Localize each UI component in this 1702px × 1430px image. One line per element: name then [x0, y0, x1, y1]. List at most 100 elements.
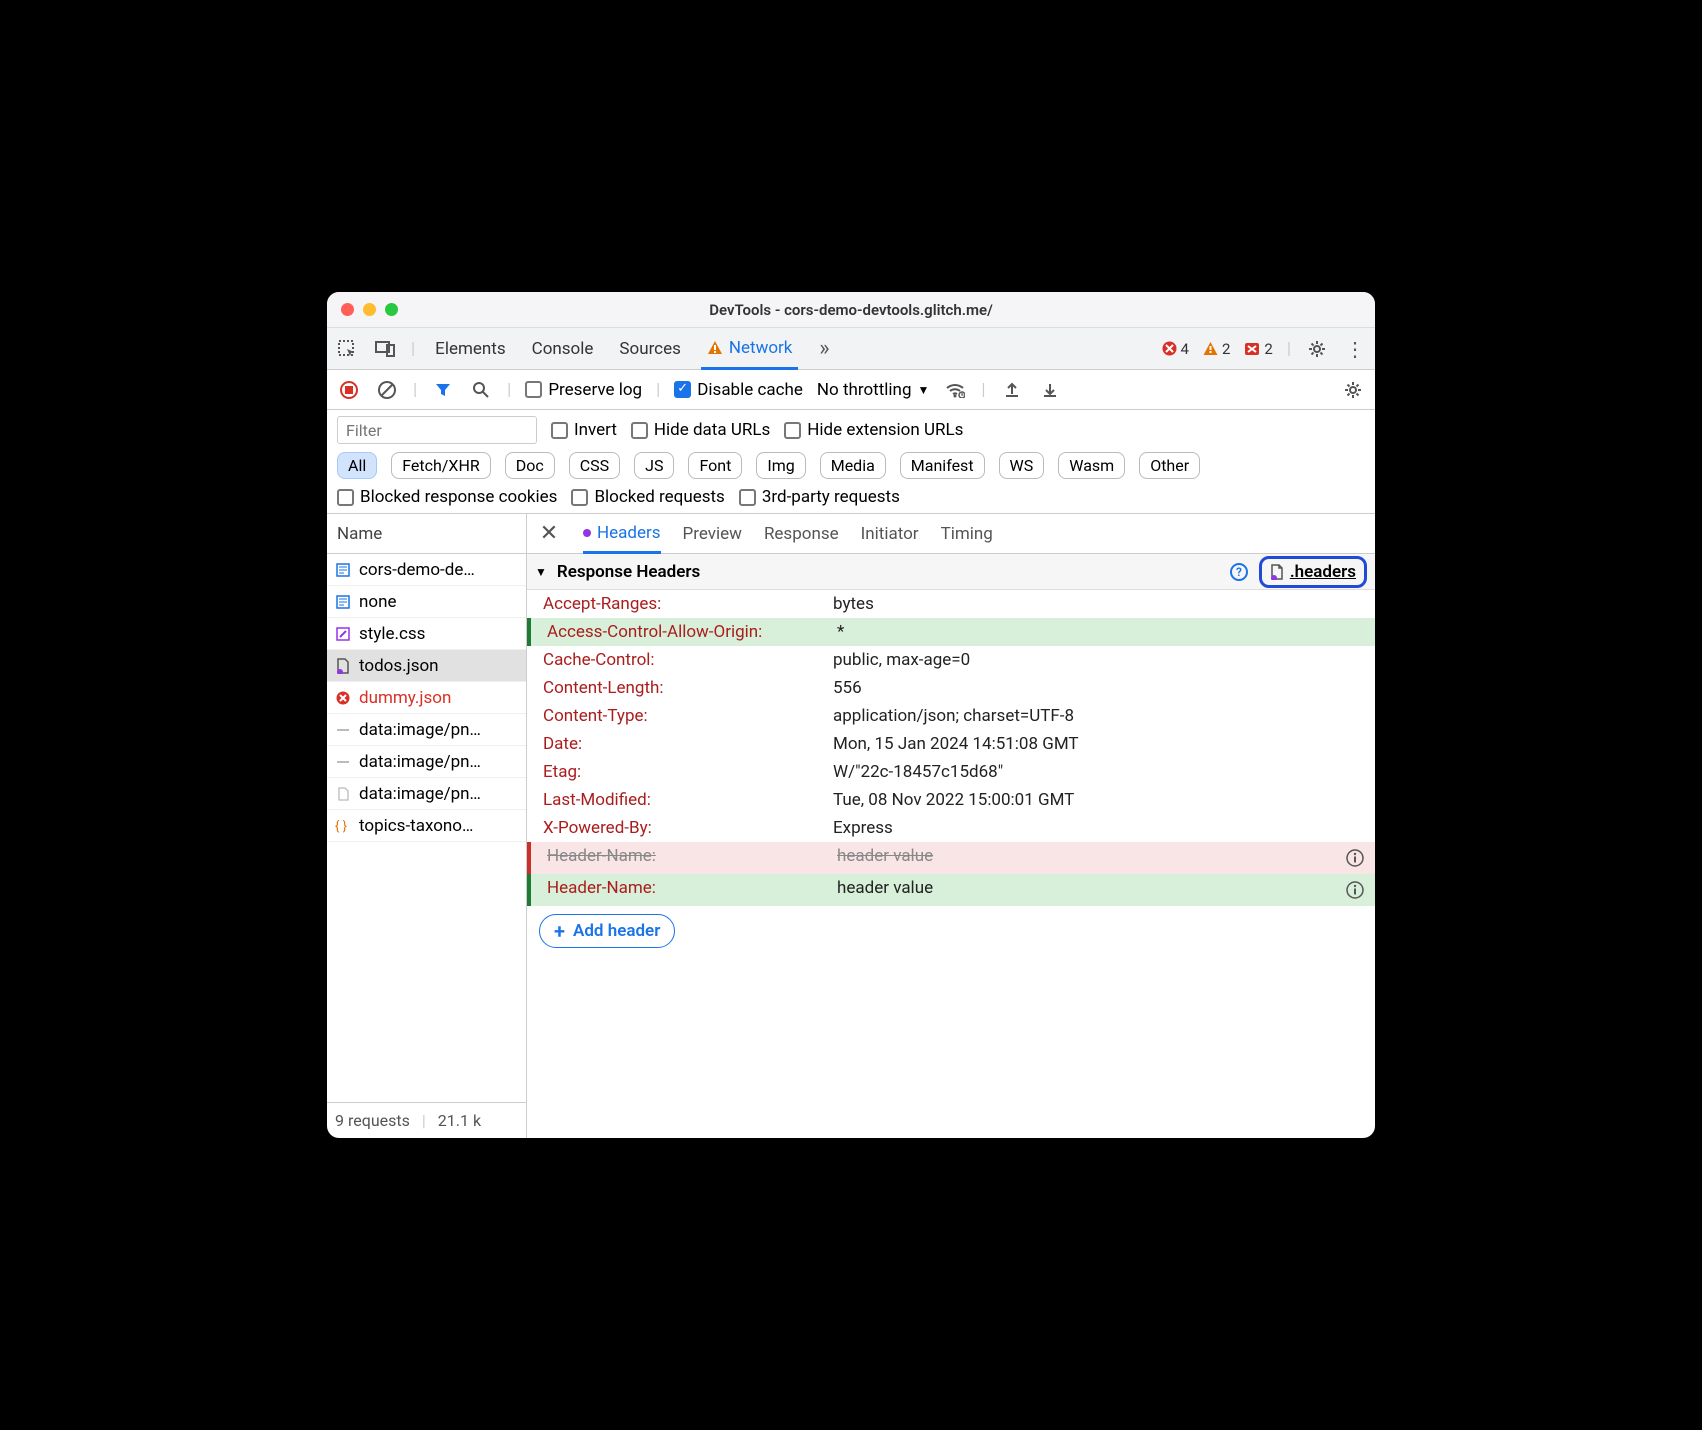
filter-chip-ws[interactable]: WS	[999, 452, 1045, 479]
sidebar-header: Name	[327, 514, 526, 554]
header-row: Content-Length:556	[527, 674, 1375, 702]
tab-elements[interactable]: Elements	[429, 330, 511, 368]
throttling-select[interactable]: No throttling▼	[817, 380, 929, 400]
content-area: Name cors-demo-de…nonestyle.csstodos.jso…	[327, 514, 1375, 1138]
upload-icon[interactable]	[1000, 378, 1024, 402]
request-item[interactable]: dummy.json	[327, 682, 526, 714]
filter-chip-media[interactable]: Media	[820, 452, 886, 479]
filter-chip-wasm[interactable]: Wasm	[1058, 452, 1125, 479]
download-icon[interactable]	[1038, 378, 1062, 402]
request-item[interactable]: data:image/pn…	[327, 714, 526, 746]
warning-icon	[707, 340, 723, 356]
detail-tab-headers[interactable]: Headers	[583, 515, 661, 554]
header-value: Tue, 08 Nov 2022 15:00:01 GMT	[833, 790, 1367, 810]
header-row: Header-Name:header value	[527, 874, 1375, 906]
gear-icon[interactable]	[1305, 337, 1329, 361]
close-detail-icon[interactable]: ✕	[537, 522, 561, 546]
request-item[interactable]: todos.json	[327, 650, 526, 682]
header-value: public, max-age=0	[833, 650, 1367, 670]
help-icon[interactable]: ?	[1227, 560, 1251, 584]
close-window-button[interactable]	[341, 303, 354, 316]
overrides-file-link[interactable]: .headers	[1259, 556, 1367, 588]
filter-chip-img[interactable]: Img	[756, 452, 805, 479]
detail-tab-initiator[interactable]: Initiator	[861, 516, 919, 552]
panel-settings-icon[interactable]	[1341, 378, 1365, 402]
request-item[interactable]: style.css	[327, 618, 526, 650]
request-name: dummy.json	[359, 688, 451, 708]
more-tabs-icon[interactable]: »	[812, 337, 836, 361]
minimize-window-button[interactable]	[363, 303, 376, 316]
svg-text:{ }: { }	[335, 819, 347, 833]
filter-chip-js[interactable]: JS	[634, 452, 674, 479]
error-count[interactable]: 4	[1162, 340, 1189, 358]
file-override-icon	[1270, 564, 1284, 580]
request-type-icon	[335, 690, 351, 706]
record-icon[interactable]	[337, 378, 361, 402]
tab-sources[interactable]: Sources	[613, 330, 686, 368]
disclosure-triangle-icon: ▼	[535, 565, 547, 579]
info-icon[interactable]	[1343, 878, 1367, 902]
header-value: Express	[833, 818, 1367, 838]
blocked-requests-checkbox[interactable]: Blocked requests	[571, 487, 724, 507]
request-name: topics-taxono…	[359, 816, 473, 836]
tab-network[interactable]: Network	[701, 329, 799, 370]
transfer-size: 21.1 k	[438, 1111, 481, 1130]
maximize-window-button[interactable]	[385, 303, 398, 316]
inspect-icon[interactable]	[335, 337, 359, 361]
header-key: Header-Name:	[547, 878, 837, 898]
request-item[interactable]: { } topics-taxono…	[327, 810, 526, 842]
warning-count[interactable]: 2	[1203, 340, 1230, 358]
filter-icon[interactable]	[431, 378, 455, 402]
disable-cache-checkbox[interactable]: Disable cache	[674, 380, 803, 400]
request-sidebar: Name cors-demo-de…nonestyle.csstodos.jso…	[327, 514, 527, 1138]
request-item[interactable]: data:image/pn…	[327, 778, 526, 810]
titlebar: DevTools - cors-demo-devtools.glitch.me/	[327, 292, 1375, 328]
kebab-icon[interactable]: ⋮	[1343, 337, 1367, 361]
blocked-cookies-checkbox[interactable]: Blocked response cookies	[337, 487, 557, 507]
filter-chip-fetchxhr[interactable]: Fetch/XHR	[391, 452, 491, 479]
add-header-button[interactable]: +Add header	[539, 914, 675, 948]
window-title: DevTools - cors-demo-devtools.glitch.me/	[709, 301, 993, 319]
search-icon[interactable]	[469, 378, 493, 402]
detail-panel: ✕ Headers Preview Response Initiator Tim…	[527, 514, 1375, 1138]
headers-section: ▼ Response Headers ? .headers Accept-Ran…	[527, 554, 1375, 1138]
filter-chip-css[interactable]: CSS	[569, 452, 620, 479]
request-type-icon: { }	[335, 818, 351, 834]
header-key: X-Powered-By:	[543, 818, 833, 838]
header-value: application/json; charset=UTF-8	[833, 706, 1367, 726]
request-item[interactable]: data:image/pn…	[327, 746, 526, 778]
preserve-log-checkbox[interactable]: Preserve log	[525, 380, 642, 400]
tab-console[interactable]: Console	[526, 330, 600, 368]
traffic-lights	[341, 303, 398, 316]
detail-tab-response[interactable]: Response	[764, 516, 839, 552]
header-row: Cache-Control:public, max-age=0	[527, 646, 1375, 674]
header-row: Access-Control-Allow-Origin:*	[527, 618, 1375, 646]
request-type-icon	[335, 594, 351, 610]
filter-chip-all[interactable]: All	[337, 452, 377, 479]
header-key: Cache-Control:	[543, 650, 833, 670]
detail-tab-preview[interactable]: Preview	[683, 516, 742, 552]
issue-count[interactable]: 2	[1244, 340, 1272, 358]
filter-chip-doc[interactable]: Doc	[505, 452, 555, 479]
filter-chip-other[interactable]: Other	[1139, 452, 1200, 479]
response-headers-heading[interactable]: ▼ Response Headers ? .headers	[527, 554, 1375, 590]
filter-chip-font[interactable]: Font	[688, 452, 742, 479]
header-value: header value	[837, 878, 1343, 898]
hide-extension-urls-checkbox[interactable]: Hide extension URLs	[784, 420, 963, 440]
device-icon[interactable]	[373, 337, 397, 361]
status-bar: 9 requests | 21.1 k	[327, 1102, 526, 1138]
info-icon[interactable]	[1343, 846, 1367, 870]
wifi-icon[interactable]	[943, 378, 967, 402]
devtools-window: DevTools - cors-demo-devtools.glitch.me/…	[327, 292, 1375, 1138]
filter-input[interactable]	[337, 416, 537, 444]
hide-data-urls-checkbox[interactable]: Hide data URLs	[631, 420, 770, 440]
clear-icon[interactable]	[375, 378, 399, 402]
header-row: X-Powered-By:Express	[527, 814, 1375, 842]
third-party-checkbox[interactable]: 3rd-party requests	[739, 487, 900, 507]
request-item[interactable]: cors-demo-de…	[327, 554, 526, 586]
detail-tab-timing[interactable]: Timing	[941, 516, 993, 552]
request-item[interactable]: none	[327, 586, 526, 618]
filter-chip-manifest[interactable]: Manifest	[900, 452, 985, 479]
invert-checkbox[interactable]: Invert	[551, 420, 617, 440]
header-row: Etag:W/"22c-18457c15d68"	[527, 758, 1375, 786]
